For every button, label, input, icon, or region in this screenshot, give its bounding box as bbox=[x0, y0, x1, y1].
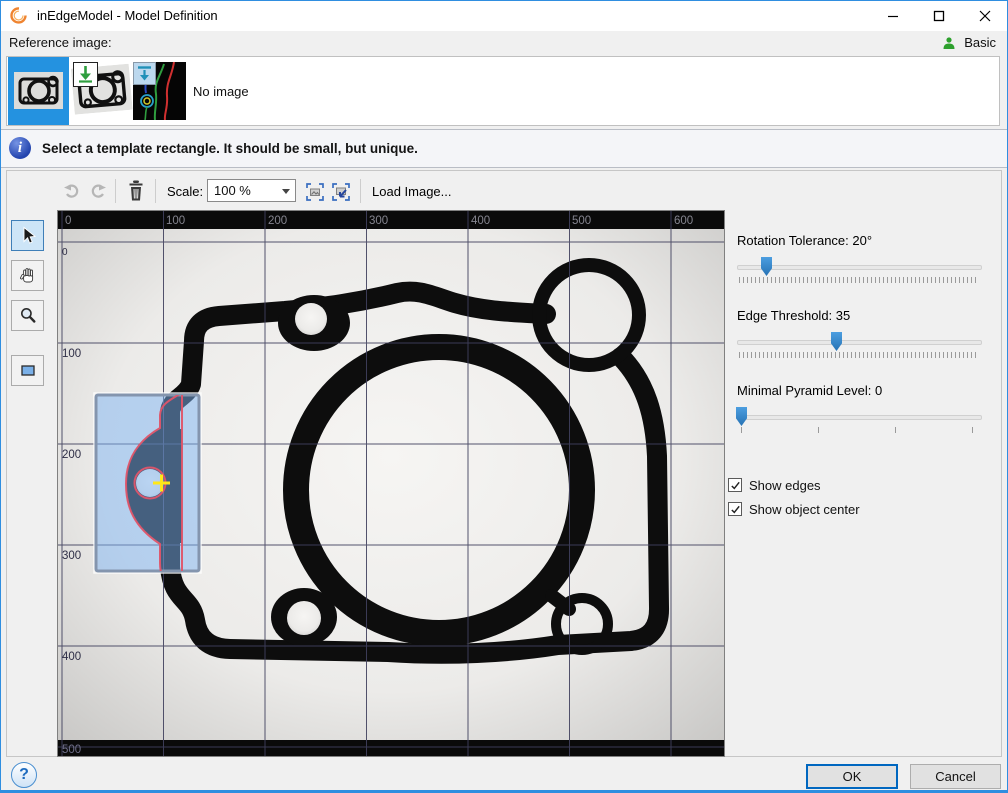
reference-image-label: Reference image: bbox=[9, 35, 112, 50]
ok-label: OK bbox=[843, 769, 862, 784]
fit-image-icon bbox=[305, 182, 325, 202]
app-logo-icon bbox=[9, 6, 28, 25]
svg-text:200: 200 bbox=[62, 449, 81, 461]
help-label: ? bbox=[19, 766, 29, 784]
cancel-button[interactable]: Cancel bbox=[910, 764, 1001, 789]
edge-threshold-thumb[interactable] bbox=[831, 332, 842, 351]
thumbnail-gasket-image bbox=[14, 72, 63, 109]
magnifier-icon bbox=[19, 306, 37, 325]
thumbnail-input-image-selected[interactable] bbox=[8, 57, 69, 125]
help-button[interactable]: ? bbox=[11, 762, 37, 788]
template-selection-rectangle[interactable] bbox=[94, 381, 201, 603]
rotation-tolerance-ticks bbox=[739, 277, 978, 283]
cursor-icon bbox=[19, 226, 37, 245]
hand-icon bbox=[19, 266, 37, 285]
fit-region-icon bbox=[331, 182, 351, 202]
fit-region-button[interactable] bbox=[330, 181, 351, 202]
scale-label: Scale: bbox=[167, 184, 203, 199]
checkmark-icon bbox=[730, 504, 741, 515]
thumbnail-edge-model[interactable] bbox=[133, 62, 186, 120]
close-button[interactable] bbox=[962, 0, 1008, 31]
scale-value: 100 % bbox=[214, 183, 251, 198]
maximize-icon bbox=[933, 10, 945, 22]
insert-image-badge-icon bbox=[73, 62, 98, 87]
maximize-button[interactable] bbox=[916, 0, 962, 31]
svg-text:400: 400 bbox=[471, 215, 490, 227]
redo-button[interactable] bbox=[88, 181, 108, 201]
show-object-center-label: Show object center bbox=[749, 502, 860, 517]
undo-button[interactable] bbox=[62, 181, 82, 201]
edge-threshold-slider: Edge Threshold: 35 bbox=[735, 308, 982, 364]
minimal-pyramid-level-thumb[interactable] bbox=[736, 407, 747, 426]
info-message: Select a template rectangle. It should b… bbox=[42, 141, 418, 156]
show-edges-label: Show edges bbox=[749, 478, 821, 493]
svg-text:0: 0 bbox=[65, 215, 71, 227]
svg-text:500: 500 bbox=[572, 215, 591, 227]
reference-image-row: Reference image: Basic bbox=[0, 31, 1008, 56]
title-bar[interactable]: inEdgeModel - Model Definition bbox=[0, 0, 1008, 31]
no-image-label: No image bbox=[193, 84, 249, 99]
edge-threshold-track[interactable] bbox=[737, 340, 982, 345]
edge-threshold-label: Edge Threshold: 35 bbox=[737, 308, 850, 323]
svg-text:200: 200 bbox=[268, 215, 287, 227]
show-object-center-checkbox-row: Show object center bbox=[728, 501, 860, 517]
toolbar-separator bbox=[360, 179, 361, 203]
svg-text:500: 500 bbox=[62, 744, 81, 756]
window-title: inEdgeModel - Model Definition bbox=[37, 8, 218, 23]
checkmark-icon bbox=[730, 480, 741, 491]
load-image-button[interactable]: Load Image... bbox=[372, 184, 452, 199]
reference-thumbnail-strip: No image bbox=[6, 56, 1000, 126]
rotation-tolerance-slider: Rotation Tolerance: 20° bbox=[735, 233, 982, 289]
show-edges-checkbox[interactable] bbox=[728, 478, 742, 492]
trash-icon bbox=[130, 181, 143, 201]
canvas-drawing: 0 100 200 300 400 500 600 0 100 200 300 … bbox=[58, 211, 724, 756]
minimal-pyramid-level-track[interactable] bbox=[737, 415, 982, 420]
close-icon bbox=[979, 10, 991, 22]
edge-threshold-ticks bbox=[739, 352, 978, 358]
minimal-pyramid-level-label: Minimal Pyramid Level: 0 bbox=[737, 383, 882, 398]
rotation-tolerance-thumb[interactable] bbox=[761, 257, 772, 276]
user-level-icon bbox=[942, 36, 956, 50]
info-bar: i Select a template rectangle. It should… bbox=[0, 129, 1008, 168]
rectangle-icon bbox=[19, 361, 37, 380]
toolbar-separator bbox=[155, 179, 156, 203]
user-level-label[interactable]: Basic bbox=[964, 35, 996, 50]
delete-button[interactable] bbox=[127, 179, 145, 202]
svg-text:300: 300 bbox=[369, 215, 388, 227]
info-icon: i bbox=[9, 137, 31, 159]
minimize-button[interactable] bbox=[870, 0, 916, 31]
toolbar-separator bbox=[115, 179, 116, 203]
model-definition-dialog: inEdgeModel - Model Definition Reference… bbox=[0, 0, 1008, 793]
show-edges-checkbox-row: Show edges bbox=[728, 477, 821, 493]
rotation-tolerance-track[interactable] bbox=[737, 265, 982, 270]
image-bottom-black-band bbox=[58, 740, 724, 756]
minimal-pyramid-level-slider: Minimal Pyramid Level: 0 bbox=[735, 383, 982, 439]
show-object-center-checkbox[interactable] bbox=[728, 502, 742, 516]
svg-text:600: 600 bbox=[674, 215, 693, 227]
load-model-badge-icon bbox=[133, 62, 156, 85]
cancel-label: Cancel bbox=[935, 769, 975, 784]
image-top-black-band bbox=[58, 211, 724, 229]
svg-text:300: 300 bbox=[62, 550, 81, 562]
scale-combobox[interactable]: 100 % bbox=[207, 179, 296, 202]
svg-text:100: 100 bbox=[166, 215, 185, 227]
svg-text:400: 400 bbox=[62, 651, 81, 663]
rectangle-tool-button[interactable] bbox=[11, 355, 44, 386]
fit-image-button[interactable] bbox=[304, 181, 325, 202]
combobox-arrow-icon bbox=[282, 189, 290, 194]
zoom-tool-button[interactable] bbox=[11, 300, 44, 331]
svg-text:0: 0 bbox=[62, 247, 68, 258]
image-canvas[interactable]: 0 100 200 300 400 500 600 0 100 200 300 … bbox=[57, 210, 725, 757]
pan-tool-button[interactable] bbox=[11, 260, 44, 291]
ok-button[interactable]: OK bbox=[806, 764, 898, 789]
minimize-icon bbox=[887, 10, 899, 22]
svg-text:100: 100 bbox=[62, 348, 81, 360]
rotation-tolerance-label: Rotation Tolerance: 20° bbox=[737, 233, 872, 248]
select-tool-button[interactable] bbox=[11, 220, 44, 251]
